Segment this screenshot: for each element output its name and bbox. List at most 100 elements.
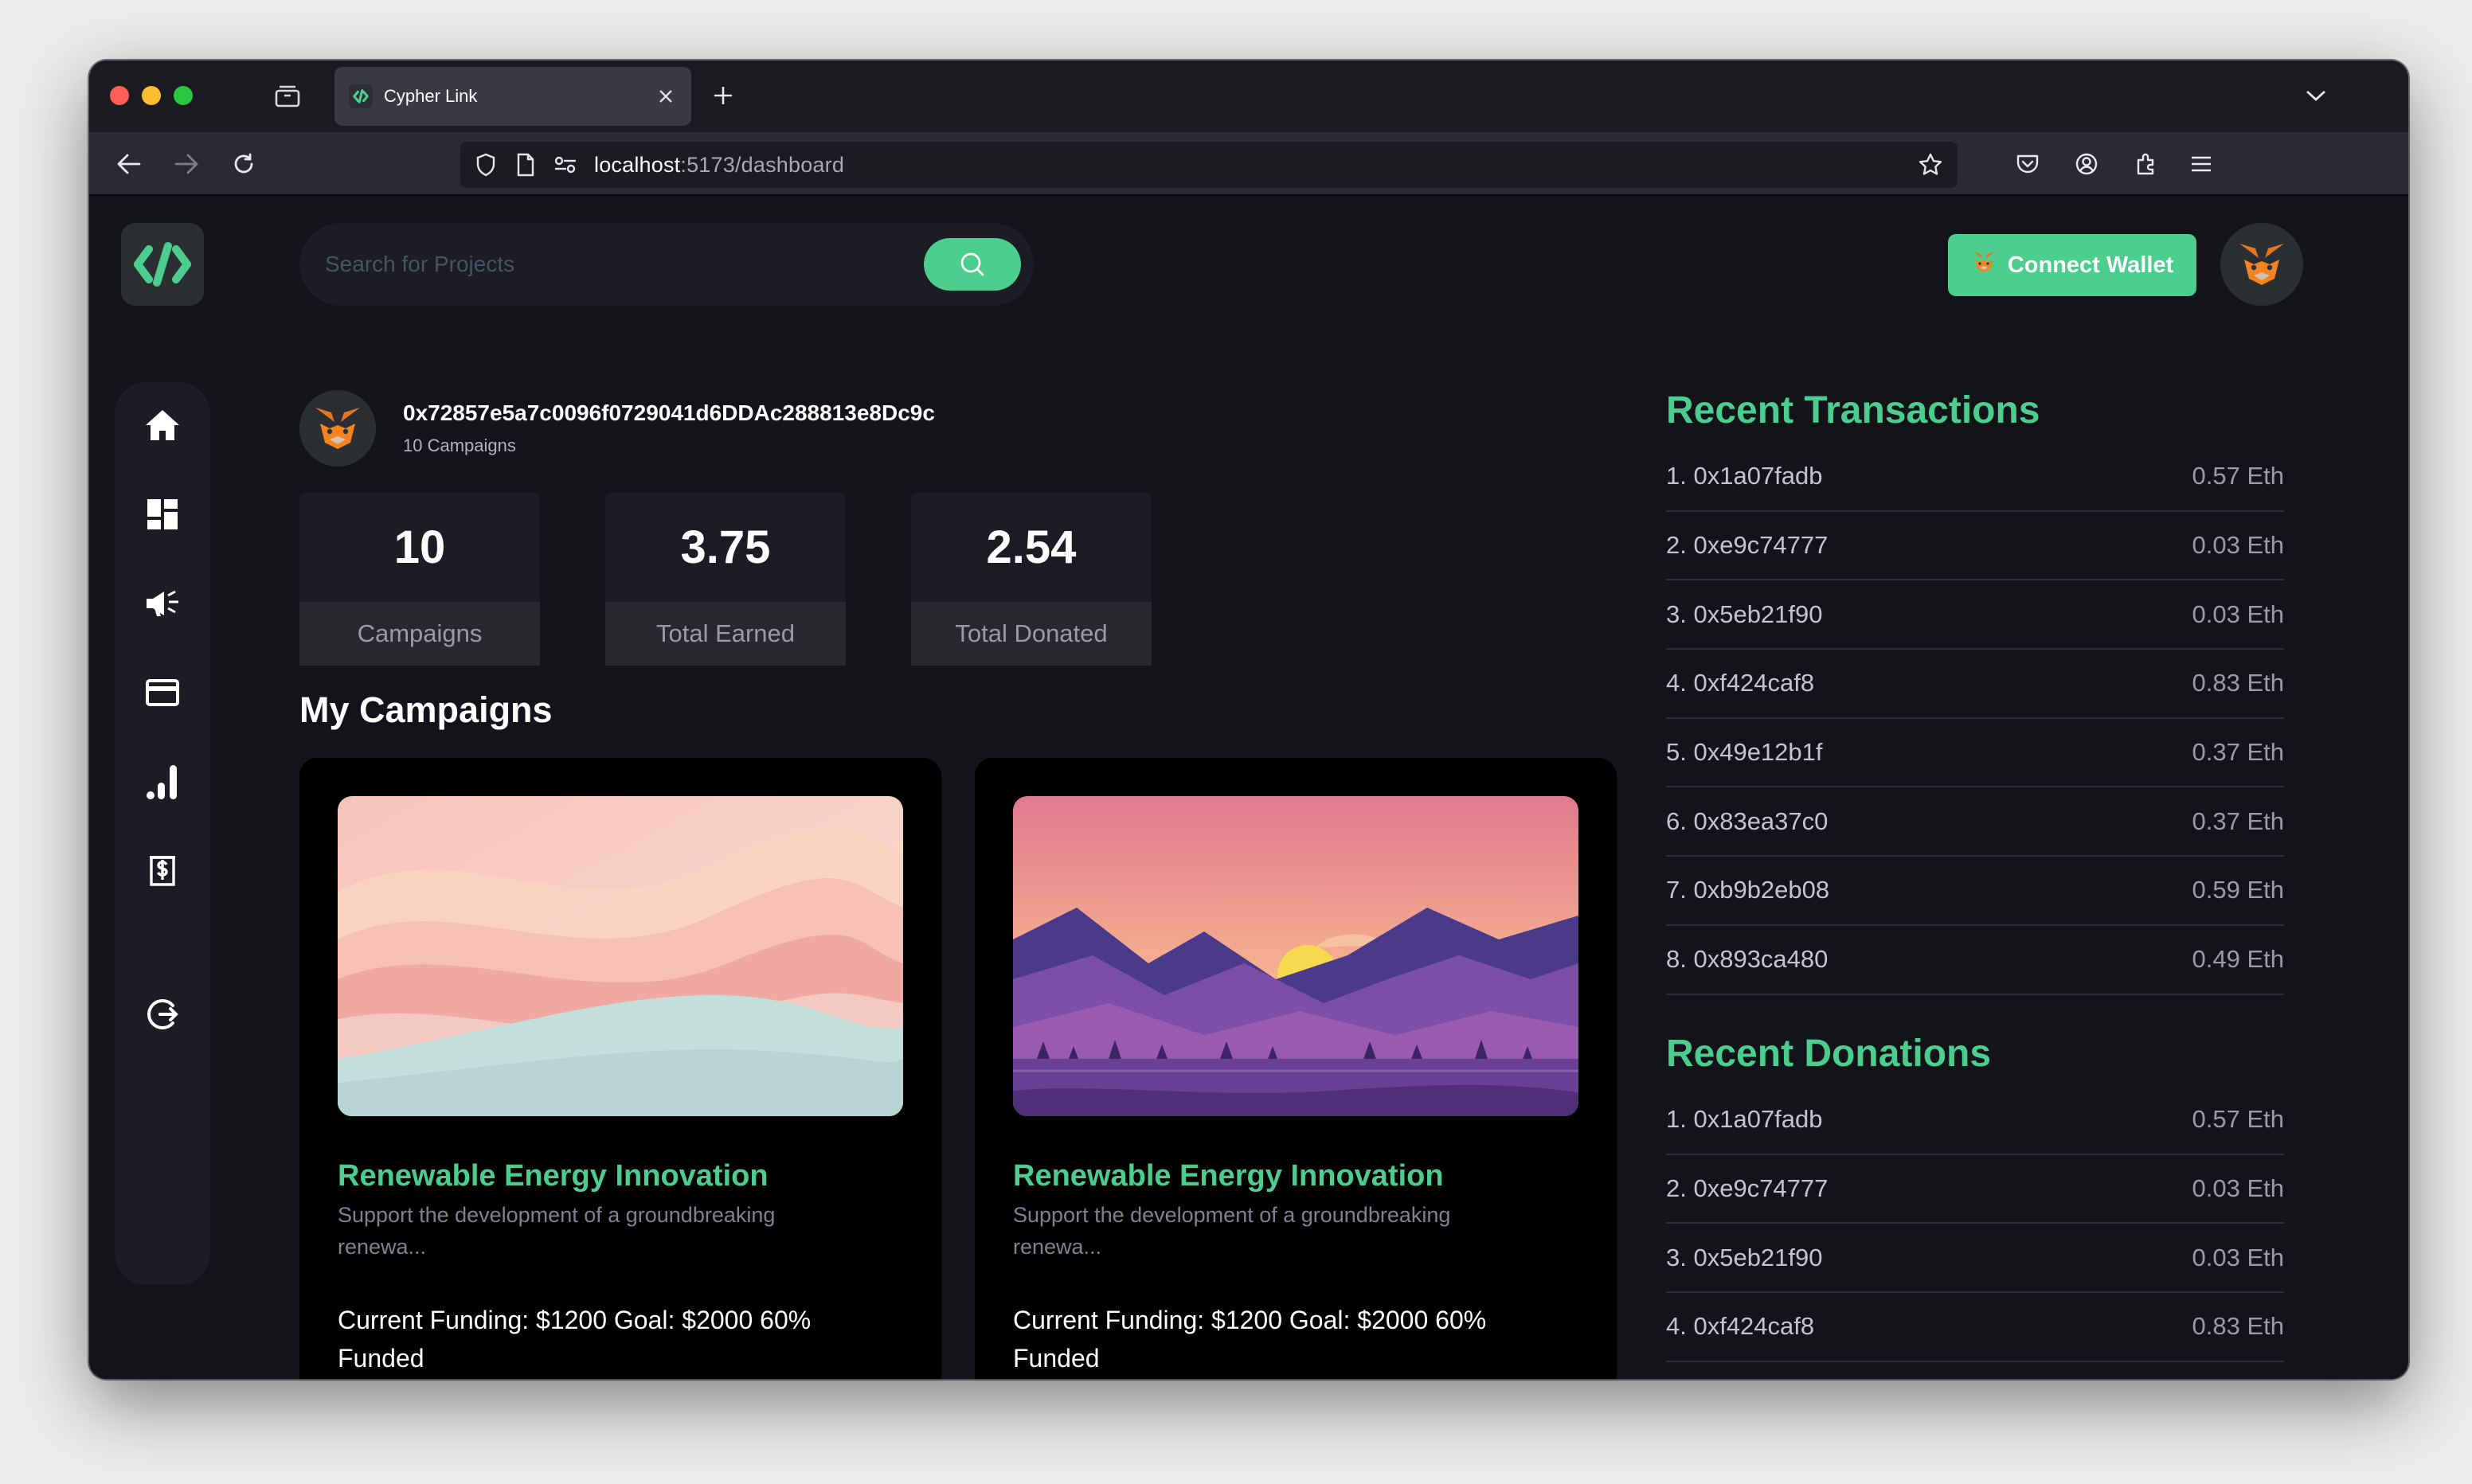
stat-label: Total Earned — [605, 602, 846, 666]
sidebar-item-campaigns[interactable] — [135, 576, 190, 631]
connect-wallet-button[interactable]: Connect Wallet — [1948, 234, 2196, 296]
reload-icon[interactable] — [226, 146, 261, 182]
tab-overview-icon[interactable] — [274, 84, 301, 108]
transaction-amount: 0.37 Eth — [2192, 806, 2284, 835]
logout-icon — [147, 999, 178, 1029]
campaign-icon — [147, 590, 178, 616]
new-tab-icon[interactable] — [707, 80, 739, 111]
campaign-description: Support the development of a groundbreak… — [1013, 1203, 1451, 1259]
transaction-address: 2. 0xe9c74777 — [1666, 531, 1829, 560]
campaign-count: 10 Campaigns — [403, 435, 516, 455]
transaction-amount: 0.57 Eth — [2192, 462, 2284, 490]
url-text: localhost:5173/dashboard — [594, 153, 1915, 178]
donation-address: 4. 0xf424caf8 — [1666, 1312, 1815, 1341]
page-icon[interactable] — [511, 150, 540, 179]
url-path: :5173/dashboard — [680, 152, 845, 177]
sidebar-item-logout[interactable] — [135, 987, 190, 1041]
sidebar — [115, 382, 210, 1285]
bookmark-star-icon[interactable] — [1915, 149, 1946, 181]
metamask-fox-icon — [315, 408, 360, 449]
tab-title: Cypher Link — [384, 86, 478, 106]
donation-amount: 0.83 Eth — [2192, 1312, 2284, 1341]
recent-donations-list: 1. 0x1a07fadb 0.57 Eth 2. 0xe9c74777 0.03 … — [1666, 1086, 2284, 1362]
menu-icon[interactable] — [2184, 146, 2219, 182]
connect-wallet-label: Connect Wallet — [2007, 252, 2174, 278]
transaction-amount: 0.03 Eth — [2192, 531, 2284, 560]
campaign-title[interactable]: Renewable Energy Innovation — [1013, 1159, 1444, 1193]
metamask-fox-icon — [1971, 250, 1997, 280]
transaction-address: 5. 0x49e12b1f — [1666, 738, 1823, 767]
donation-address: 1. 0x1a07fadb — [1666, 1105, 1823, 1134]
transaction-amount: 0.49 Eth — [2192, 945, 2284, 974]
campaign-card[interactable]: Renewable Energy Innovation Support the … — [299, 758, 941, 1379]
list-item: 1. 0x1a07fadb 0.57 Eth — [1666, 443, 2284, 512]
campaign-description: Support the development of a groundbreak… — [338, 1203, 776, 1259]
sidebar-item-home[interactable] — [135, 398, 190, 452]
minimize-window-button[interactable] — [142, 86, 161, 105]
profile-avatar-button[interactable] — [2220, 223, 2303, 306]
stat-label: Campaigns — [299, 602, 540, 666]
stat-value: 10 — [393, 521, 446, 573]
list-item: 7. 0xb9b2eb08 0.59 Eth — [1666, 857, 2284, 926]
chevron-down-icon[interactable] — [2300, 80, 2332, 111]
home-icon — [146, 410, 179, 440]
permissions-icon[interactable] — [551, 150, 580, 179]
recent-transactions-title: Recent Transactions — [1666, 389, 2040, 432]
donation-amount: 0.03 Eth — [2192, 1174, 2284, 1203]
list-item: 8. 0x893ca480 0.49 Eth — [1666, 926, 2284, 995]
browser-tab[interactable]: Cypher Link — [334, 67, 691, 126]
search-button[interactable] — [924, 238, 1021, 291]
list-item: 2. 0xe9c74777 0.03 Eth — [1666, 1155, 2284, 1224]
dashboard-icon — [147, 499, 178, 529]
forward-arrow-icon[interactable] — [169, 146, 204, 182]
campaign-title[interactable]: Renewable Energy Innovation — [338, 1159, 769, 1193]
account-icon[interactable] — [2069, 146, 2104, 182]
list-item: 4. 0xf424caf8 0.83 Eth — [1666, 650, 2284, 719]
browser-window: Cypher Link localhost:5173/dashboard Sea… — [89, 61, 2408, 1379]
maximize-window-button[interactable] — [174, 86, 193, 105]
close-tab-icon[interactable] — [650, 80, 682, 112]
back-arrow-icon[interactable] — [111, 146, 147, 182]
transaction-address: 1. 0x1a07fadb — [1666, 462, 1823, 490]
recent-transactions-list: 1. 0x1a07fadb 0.57 Eth 2. 0xe9c74777 0.03 … — [1666, 443, 2284, 995]
pocket-icon[interactable] — [2010, 146, 2045, 182]
wallet-address: 0x72857e5a7c0096f0729041d6DDAc288813e8Dc… — [403, 400, 935, 425]
campaign-funding: Current Funding: $1200 Goal: $2000 60% F… — [1013, 1306, 1487, 1373]
sidebar-item-dashboard[interactable] — [135, 487, 190, 541]
logo-icon[interactable] — [121, 223, 204, 306]
search-icon — [960, 252, 984, 276]
stat-label: Total Donated — [911, 602, 1152, 666]
recent-donations-title: Recent Donations — [1666, 1033, 1992, 1075]
url-host: localhost — [594, 152, 681, 177]
extensions-icon[interactable] — [2128, 146, 2163, 182]
search-input[interactable] — [325, 252, 924, 277]
campaign-funding: Current Funding: $1200 Goal: $2000 60% F… — [338, 1306, 812, 1373]
transaction-amount: 0.03 Eth — [2192, 599, 2284, 628]
search-bar — [299, 223, 1034, 306]
stat-value: 2.54 — [986, 521, 1077, 573]
address-bar[interactable]: localhost:5173/dashboard — [460, 142, 1958, 188]
donation-address: 3. 0x5eb21f90 — [1666, 1243, 1823, 1271]
sidebar-item-withdraw[interactable] — [135, 844, 190, 898]
profile-header: 0x72857e5a7c0096f0729041d6DDAc288813e8Dc… — [299, 390, 935, 467]
stat-total-donated: 2.54 Total Donated — [911, 492, 1152, 666]
chart-icon — [147, 765, 177, 799]
tab-strip: Cypher Link — [89, 61, 2408, 132]
my-campaigns-title: My Campaigns — [299, 689, 553, 730]
campaign-card[interactable]: Renewable Energy Innovation Support the … — [975, 758, 1617, 1379]
avatar — [299, 390, 376, 467]
shield-icon[interactable] — [471, 150, 500, 179]
transaction-address: 8. 0x893ca480 — [1666, 945, 1829, 974]
close-window-button[interactable] — [110, 86, 129, 105]
stat-value: 3.75 — [680, 521, 771, 573]
payment-card-icon — [146, 679, 179, 706]
transaction-amount: 0.83 Eth — [2192, 669, 2284, 697]
list-item: 2. 0xe9c74777 0.03 Eth — [1666, 512, 2284, 581]
navigation-bar: localhost:5173/dashboard — [89, 132, 2408, 196]
sidebar-item-payment[interactable] — [135, 666, 190, 720]
profile-info: 0x72857e5a7c0096f0729041d6DDAc288813e8Dc… — [403, 400, 935, 456]
withdraw-icon — [150, 856, 175, 886]
donation-address: 2. 0xe9c74777 — [1666, 1174, 1829, 1203]
list-item: 4. 0xf424caf8 0.83 Eth — [1666, 1293, 2284, 1362]
sidebar-item-analytics[interactable] — [135, 755, 190, 809]
